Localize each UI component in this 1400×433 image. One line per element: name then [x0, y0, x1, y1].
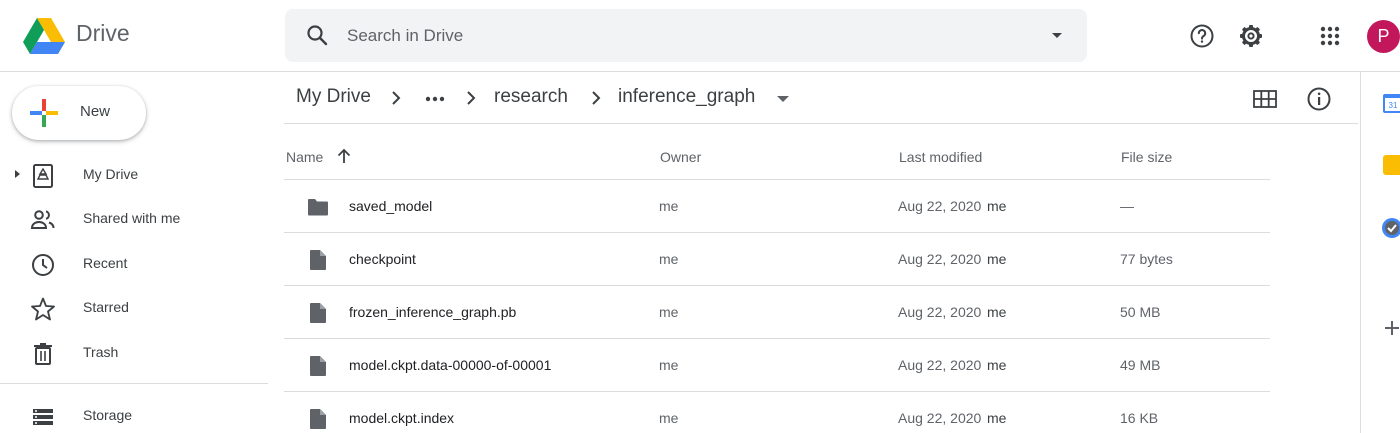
column-header-file-size[interactable]: File size: [1121, 149, 1172, 165]
search-bar[interactable]: [285, 9, 1087, 62]
new-button-label: New: [80, 103, 111, 120]
file-owner: me: [659, 198, 679, 214]
tasks-icon[interactable]: [1381, 217, 1400, 239]
file-icon: [310, 303, 326, 323]
file-size: 16 KB: [1120, 410, 1159, 426]
clock-icon: [32, 254, 54, 276]
column-header-name[interactable]: Name: [286, 149, 323, 165]
sidebar-item-my-drive[interactable]: My Drive: [0, 155, 268, 195]
sort-ascending-arrow-icon[interactable]: [335, 147, 353, 165]
my-drive-icon: [33, 164, 53, 188]
file-modified-date: Aug 22, 2020: [898, 198, 982, 214]
table-row[interactable]: checkpoint me Aug 22, 2020 me 77 bytes: [284, 233, 1270, 286]
table-row[interactable]: model.ckpt.index me Aug 22, 2020 me 16 K…: [284, 392, 1270, 433]
breadcrumb-item-research[interactable]: research: [494, 86, 568, 108]
sidebar-item-shared-with-me[interactable]: Shared with me: [0, 199, 268, 239]
column-header-owner: Owner: [660, 149, 702, 165]
sidebar-divider: [0, 383, 268, 384]
breadcrumb-item-current-folder[interactable]: inference_graph: [618, 86, 755, 108]
people-icon: [30, 210, 55, 229]
file-owner: me: [659, 357, 679, 373]
sidebar-item-label: Storage: [83, 407, 133, 423]
calendar-icon[interactable]: 31: [1381, 92, 1400, 114]
sidebar-item-trash[interactable]: Trash: [0, 333, 268, 373]
account-avatar[interactable]: P: [1367, 20, 1400, 53]
sidebar-item-label: My Drive: [83, 166, 139, 182]
chevron-right-icon: [467, 91, 476, 105]
search-options-dropdown-icon[interactable]: [1045, 23, 1069, 47]
side-panel: 31: [1360, 72, 1400, 433]
sidebar-item-recent[interactable]: Recent: [0, 244, 268, 284]
drive-logo-icon[interactable]: [22, 16, 66, 56]
chevron-right-icon: [392, 91, 401, 105]
caret-down-icon[interactable]: [774, 89, 792, 107]
sidebar-item-starred[interactable]: Starred: [0, 288, 268, 328]
add-plus-icon[interactable]: [1381, 317, 1400, 339]
file-size: 49 MB: [1120, 357, 1161, 373]
keep-notes-icon[interactable]: [1381, 154, 1400, 176]
file-modified-by: me: [987, 357, 1007, 373]
file-icon: [310, 409, 326, 429]
grid-view-icon[interactable]: [1252, 86, 1278, 112]
help-icon[interactable]: [1188, 22, 1216, 50]
file-icon: [310, 356, 326, 376]
table-row[interactable]: saved_model me Aug 22, 2020 me —: [284, 180, 1270, 233]
sidebar-item-label: Recent: [83, 255, 128, 271]
file-name[interactable]: model.ckpt.data-00000-of-00001: [349, 357, 551, 373]
calendar-badge: 31: [1389, 101, 1398, 110]
sidebar-item-label: Trash: [83, 344, 119, 360]
file-modified-by: me: [987, 410, 1007, 426]
file-modified-date: Aug 22, 2020: [898, 357, 982, 373]
file-size: 50 MB: [1120, 304, 1161, 320]
file-modified-by: me: [987, 198, 1007, 214]
trash-icon: [34, 343, 52, 365]
info-icon[interactable]: [1306, 86, 1332, 112]
sidebar-item-storage[interactable]: Storage: [0, 396, 268, 433]
file-name[interactable]: saved_model: [349, 198, 432, 214]
file-name[interactable]: checkpoint: [349, 251, 416, 267]
storage-icon: [33, 409, 53, 425]
folder-icon: [308, 199, 328, 216]
sidebar-item-label: Shared with me: [83, 210, 181, 226]
more-horizontal-icon[interactable]: [423, 87, 447, 111]
file-size: —: [1120, 198, 1134, 214]
file-modified-date: Aug 22, 2020: [898, 304, 982, 320]
file-modified-date: Aug 22, 2020: [898, 251, 982, 267]
file-icon: [310, 250, 326, 270]
settings-gear-icon[interactable]: [1237, 22, 1265, 50]
column-header-last-modified[interactable]: Last modified: [899, 149, 982, 165]
chevron-right-icon: [592, 91, 601, 105]
star-icon: [31, 297, 55, 321]
table-row[interactable]: frozen_inference_graph.pb me Aug 22, 202…: [284, 286, 1270, 339]
sidebar-item-label: Starred: [83, 299, 129, 315]
new-button[interactable]: New: [12, 86, 146, 140]
top-bar: Drive Search in Drive P: [0, 0, 1400, 72]
file-modified-by: me: [987, 304, 1007, 320]
breadcrumb: My Drive research inference_graph: [284, 74, 1358, 124]
file-modified-date: Aug 22, 2020: [898, 410, 982, 426]
file-owner: me: [659, 251, 679, 267]
table-row[interactable]: model.ckpt.data-00000-of-00001 me Aug 22…: [284, 339, 1270, 392]
file-modified-by: me: [987, 251, 1007, 267]
file-name[interactable]: model.ckpt.index: [349, 410, 454, 426]
breadcrumb-item-my-drive[interactable]: My Drive: [296, 86, 371, 108]
search-icon[interactable]: [305, 23, 329, 47]
search-input[interactable]: [347, 23, 1027, 49]
file-owner: me: [659, 304, 679, 320]
file-owner: me: [659, 410, 679, 426]
expand-arrow-icon[interactable]: [12, 168, 22, 180]
app-name[interactable]: Drive: [76, 20, 130, 47]
plus-icon: [30, 99, 58, 127]
file-size: 77 bytes: [1120, 251, 1173, 267]
file-name[interactable]: frozen_inference_graph.pb: [349, 304, 516, 320]
apps-grid-icon[interactable]: [1316, 22, 1344, 50]
